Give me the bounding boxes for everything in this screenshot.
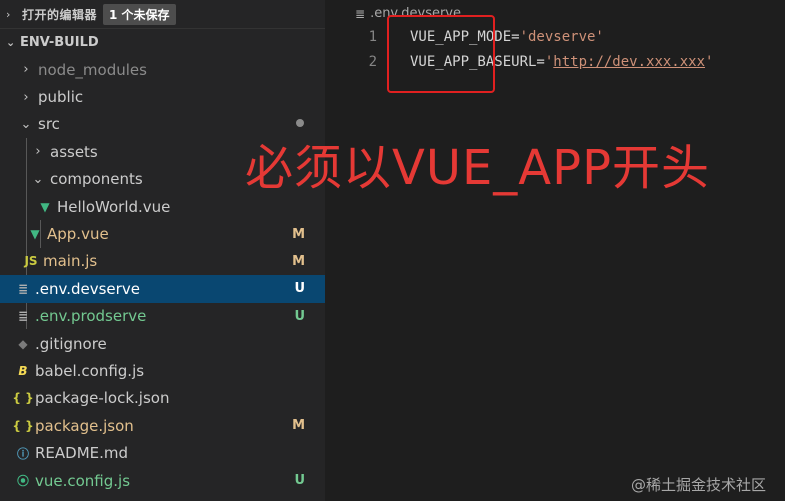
file-tree: › node_modules › public ⌄ src › assets ⌄… [0,56,325,494]
tree-file-main-js[interactable]: JS main.js M [0,248,325,275]
open-editors-title: 打开的编辑器 [22,7,98,22]
chevron-right-icon: › [6,7,11,21]
chevron-down-icon: ⌄ [6,36,16,49]
tree-file-package-lock[interactable]: { } package-lock.json [0,385,325,412]
watermark: @稀土掘金技术社区 [631,476,767,494]
tree-file-env-prodserve[interactable]: ≣ .env.prodserve U [0,303,325,330]
tree-item-label: vue.config.js [35,471,131,490]
tree-item-label: App.vue [47,225,109,244]
project-name: ENV-BUILD [20,35,99,50]
git-status-untracked: U [294,281,305,297]
env-file-icon: ≣ [355,6,366,21]
tree-item-label: babel.config.js [35,361,145,380]
info-icon: ⓘ [16,446,29,461]
tree-item-label: assets [50,142,98,161]
quote-close: ' [705,54,714,70]
chevron-right-icon: › [35,144,41,160]
babel-icon: B [18,363,28,378]
annotation-text: 必须以VUE_APP开头 [245,140,711,196]
vue-icon: ▼ [30,227,40,242]
code-editor[interactable]: ≣ .env.devserve 1 VUE_APP_MODE='devserve… [296,0,785,501]
tree-item-label: components [50,170,143,189]
open-editors-header[interactable]: › 打开的编辑器 1 个未保存 [0,0,325,28]
chevron-down-icon: ⌄ [20,116,32,132]
tree-item-label: .env.devserve [35,279,140,298]
env-value: 'devserve' [519,29,604,45]
chevron-right-icon: › [23,62,29,78]
git-status-modified: M [292,226,305,242]
tree-item-label: public [38,88,84,107]
git-icon: ◆ [18,336,28,351]
env-file-icon: ≣ [17,281,29,296]
env-file-icon: ≣ [17,309,29,324]
json-icon: { } [12,418,34,433]
vue-config-icon: ⦿ [16,474,29,489]
tree-item-label: package.json [35,416,134,435]
tree-item-label: README.md [35,444,129,463]
git-status-untracked: U [294,473,305,489]
tree-folder-public[interactable]: › public [0,83,325,110]
code-line[interactable]: 2 VUE_APP_BASEURL='http://dev.xxx.xxx' [325,50,714,74]
tree-item-label: package-lock.json [35,389,170,408]
tree-item-label: src [38,115,60,134]
tree-file-package-json[interactable]: { } package.json M [0,412,325,439]
vue-icon: ▼ [40,199,50,214]
tree-file-babel-config[interactable]: B babel.config.js [0,357,325,384]
git-status-untracked: U [294,308,305,324]
chevron-right-icon: › [23,89,29,105]
tree-file-vue-config[interactable]: ⦿ vue.config.js U [0,467,325,494]
json-icon: { } [12,391,34,406]
git-status-modified: M [292,253,305,269]
tree-file-gitignore[interactable]: ◆ .gitignore [0,330,325,357]
line-number: 1 [368,29,377,45]
tree-file-readme[interactable]: ⓘ README.md [0,439,325,466]
chevron-down-icon: ⌄ [32,171,44,187]
js-icon: JS [24,254,38,269]
tree-item-label: node_modules [38,60,147,79]
explorer-sidebar: › 打开的编辑器 1 个未保存 ⌄ ENV-BUILD › node_modul… [0,0,325,501]
tree-file-app-vue[interactable]: ▼ App.vue M [0,220,325,247]
unsaved-dot-icon [296,119,304,127]
line-number: 2 [368,54,377,70]
tree-folder-node-modules[interactable]: › node_modules [0,56,325,83]
tree-file-env-devserve[interactable]: ≣ .env.devserve U [0,275,325,303]
tree-item-label: .gitignore [35,334,107,353]
tree-item-label: HelloWorld.vue [57,197,171,216]
tree-item-label: main.js [43,252,98,271]
unsaved-badge: 1 个未保存 [103,3,176,25]
git-status-modified: M [292,418,305,434]
tree-item-label: .env.prodserve [35,307,147,326]
project-header[interactable]: ⌄ ENV-BUILD [0,28,325,56]
red-highlight-box [387,15,495,93]
env-url-value[interactable]: http://dev.xxx.xxx [553,54,705,70]
